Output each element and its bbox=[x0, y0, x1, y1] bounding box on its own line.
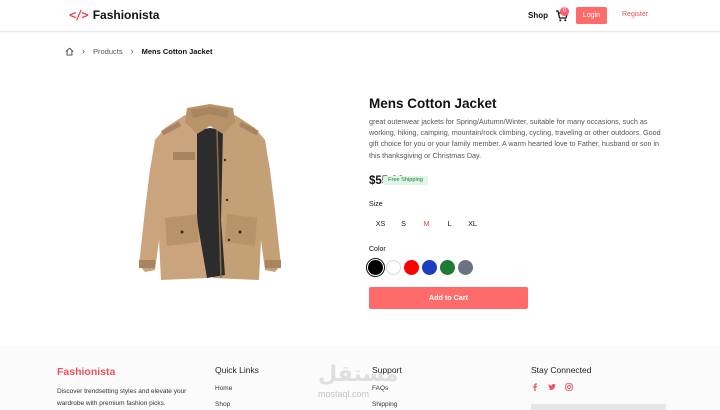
product-image bbox=[139, 104, 281, 280]
quick-links-heading: Quick Links bbox=[215, 365, 259, 375]
nav-shop-link[interactable]: Shop bbox=[528, 11, 548, 20]
newsletter-input[interactable] bbox=[531, 404, 666, 410]
code-icon: </> bbox=[69, 8, 89, 22]
footer-description: Discover trendsetting styles and elevate… bbox=[57, 388, 187, 407]
stay-connected-heading: Stay Connected bbox=[531, 365, 592, 375]
chevron-right-icon: › bbox=[82, 46, 85, 56]
footer-brand: Fashionista bbox=[57, 366, 116, 378]
footer-link-shop[interactable]: Shop bbox=[215, 401, 230, 408]
color-swatch-blue[interactable] bbox=[422, 260, 437, 275]
add-to-cart-button[interactable]: Add to Cart bbox=[369, 287, 528, 309]
twitter-icon[interactable] bbox=[548, 383, 556, 391]
site-header: </> Fashionista Shop 0 Login Register bbox=[0, 0, 720, 32]
color-swatch-white[interactable] bbox=[386, 260, 401, 275]
size-option-l[interactable]: L bbox=[438, 214, 461, 233]
breadcrumb-current: Mens Cotton Jacket bbox=[141, 46, 213, 56]
size-option-xs[interactable]: XS bbox=[369, 214, 392, 233]
size-option-s[interactable]: S bbox=[392, 214, 415, 233]
login-button[interactable]: Login bbox=[576, 7, 607, 24]
product-description: great outerwear jackets for Spring/Autum… bbox=[369, 117, 661, 160]
free-shipping-badge: Free Shipping bbox=[383, 176, 428, 185]
register-link[interactable]: Register bbox=[622, 11, 648, 18]
color-label: Color bbox=[369, 246, 386, 253]
size-selector: XS S M L XL bbox=[369, 214, 484, 233]
size-option-m[interactable]: M bbox=[415, 214, 438, 233]
watermark-arabic: مستقل bbox=[318, 362, 399, 387]
color-selector bbox=[366, 258, 473, 277]
color-swatch-red[interactable] bbox=[404, 260, 419, 275]
size-option-xl[interactable]: XL bbox=[461, 214, 484, 233]
color-swatch-gray[interactable] bbox=[458, 260, 473, 275]
size-label: Size bbox=[369, 201, 383, 208]
footer-link-home[interactable]: Home bbox=[215, 385, 232, 392]
social-links bbox=[531, 383, 573, 391]
brand-name: Fashionista bbox=[92, 8, 160, 22]
facebook-icon[interactable] bbox=[531, 383, 539, 391]
color-swatch-green[interactable] bbox=[440, 260, 455, 275]
breadcrumb-products[interactable]: Products bbox=[93, 47, 123, 56]
product-title: Mens Cotton Jacket bbox=[369, 96, 497, 111]
color-swatch-black[interactable] bbox=[366, 258, 385, 277]
brand-logo[interactable]: </> Fashionista bbox=[69, 8, 159, 22]
instagram-icon[interactable] bbox=[565, 383, 573, 391]
footer-link-shipping[interactable]: Shipping bbox=[372, 401, 397, 408]
breadcrumb: › Products › Mens Cotton Jacket bbox=[65, 46, 212, 56]
cart-count-badge: 0 bbox=[560, 7, 569, 16]
watermark-text: mostaql.com bbox=[318, 389, 370, 399]
home-icon[interactable] bbox=[65, 47, 74, 56]
chevron-right-icon: › bbox=[130, 46, 134, 56]
